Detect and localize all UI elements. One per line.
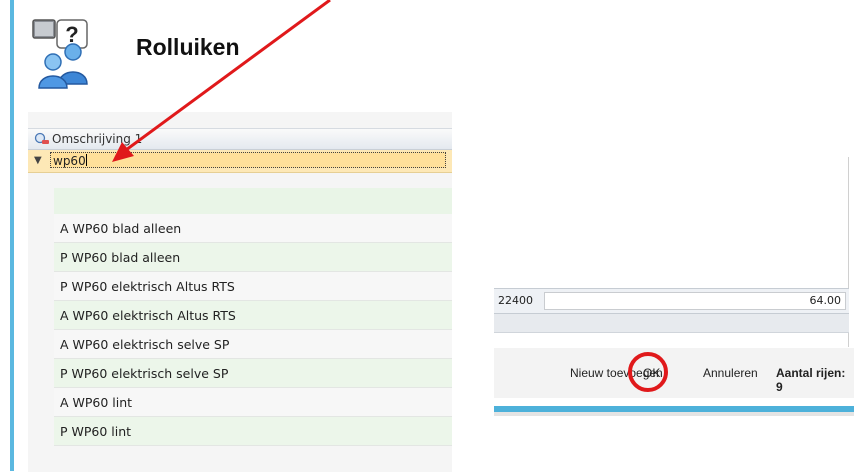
code-cell[interactable]: 22400 — [494, 292, 542, 310]
amount-cell[interactable]: 64.00 — [544, 292, 846, 310]
svg-text:?: ? — [65, 22, 78, 47]
people-help-icon: ? — [32, 19, 88, 89]
list-item[interactable]: A WP60 lint — [54, 388, 452, 417]
filter-row: ▼ wp60 — [28, 150, 452, 173]
list-item[interactable]: P WP60 elektrisch Altus RTS — [54, 272, 452, 301]
list-item[interactable]: A WP60 elektrisch selve SP — [54, 330, 452, 359]
cancel-button[interactable]: Annuleren — [703, 366, 758, 380]
footer-shadow — [494, 412, 854, 416]
detail-panel: 22400 64.00 — [494, 157, 849, 347]
text-caret — [85, 154, 87, 166]
filter-input-value: wp60 — [53, 154, 86, 168]
filter-input[interactable]: wp60 — [50, 152, 446, 168]
result-list: A WP60 blad alleen P WP60 blad alleen P … — [54, 214, 452, 446]
detail-row[interactable]: 22400 64.00 — [494, 288, 849, 314]
left-accent-bar — [10, 0, 14, 471]
list-item[interactable]: A WP60 blad alleen — [54, 214, 452, 243]
page-title: Rolluiken — [136, 34, 240, 60]
search-clear-icon[interactable] — [34, 132, 50, 146]
list-item[interactable]: A WP60 elektrisch Altus RTS — [54, 301, 452, 330]
results-grid: Omschrijving 1 ▼ wp60 A WP60 blad alleen… — [28, 112, 452, 472]
dialog-footer: Nieuw toevoegen OK Annuleren Aantal rije… — [494, 348, 854, 398]
list-item[interactable]: P WP60 elektrisch selve SP — [54, 359, 452, 388]
list-item[interactable]: P WP60 lint — [54, 417, 452, 446]
column-header[interactable]: Omschrijving 1 — [28, 128, 452, 150]
detail-strip — [494, 314, 849, 333]
empty-row[interactable] — [54, 188, 452, 214]
row-count: Aantal rijen: 9 — [776, 366, 846, 394]
filter-icon: ▼ — [34, 155, 42, 166]
list-item[interactable]: P WP60 blad alleen — [54, 243, 452, 272]
column-header-label: Omschrijving 1 — [52, 132, 143, 146]
ok-highlight-circle — [628, 352, 668, 392]
